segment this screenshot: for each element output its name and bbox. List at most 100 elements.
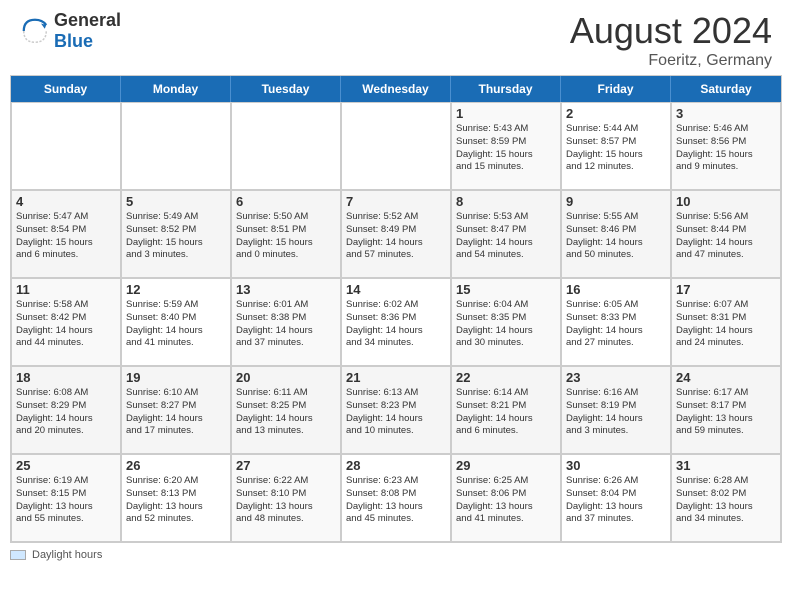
week-row-5: 25 Sunrise: 6:19 AM Sunset: 8:15 PM Dayli… [11,454,781,542]
day-info: Sunrise: 6:17 AM Sunset: 8:17 PM Dayligh… [676,387,776,438]
header-wednesday: Wednesday [341,76,451,102]
calendar-cell: 9Sunrise: 5:55 AM Sunset: 8:46 PM Daylig… [561,190,671,278]
calendar: Sunday Monday Tuesday Wednesday Thursday… [10,75,782,543]
day-number: 13 [236,282,336,297]
calendar-cell: 16 Sunrise: 6:05 AM Sunset: 8:33 PM Dayli… [561,278,671,366]
day-number: 16 [566,282,666,297]
calendar-body: 1Sunrise: 5:43 AM Sunset: 8:59 PM Daylig… [11,102,781,542]
day-info: Sunrise: 5:59 AM Sunset: 8:40 PM Dayligh… [126,299,226,350]
calendar-cell: 24 Sunrise: 6:17 AM Sunset: 8:17 PM Dayli… [671,366,781,454]
day-number: 12 [126,282,226,297]
day-number: 27 [236,458,336,473]
day-info: Sunrise: 5:58 AM Sunset: 8:42 PM Dayligh… [16,299,116,350]
day-number: 23 [566,370,666,385]
daylight-label: Daylight hours [32,549,102,561]
day-info: Sunrise: 5:47 AM Sunset: 8:54 PM Dayligh… [16,211,116,262]
logo-blue-text: Blue [54,31,121,52]
daylight-legend-box [10,550,26,560]
day-info: Sunrise: 6:26 AM Sunset: 8:04 PM Dayligh… [566,475,666,526]
day-info: Sunrise: 5:49 AM Sunset: 8:52 PM Dayligh… [126,211,226,262]
day-number: 18 [16,370,116,385]
day-number: 14 [346,282,446,297]
day-info: Sunrise: 6:22 AM Sunset: 8:10 PM Dayligh… [236,475,336,526]
day-number: 21 [346,370,446,385]
day-info: Sunrise: 6:08 AM Sunset: 8:29 PM Dayligh… [16,387,116,438]
day-number: 15 [456,282,556,297]
week-row-2: 4 Sunrise: 5:47 AM Sunset: 8:54 PM Daylig… [11,190,781,278]
day-info: Sunrise: 5:53 AM Sunset: 8:47 PM Dayligh… [456,211,556,262]
day-info: Sunrise: 5:50 AM Sunset: 8:51 PM Dayligh… [236,211,336,262]
day-info: Sunrise: 6:25 AM Sunset: 8:06 PM Dayligh… [456,475,556,526]
calendar-cell: 27 Sunrise: 6:22 AM Sunset: 8:10 PM Dayli… [231,454,341,542]
calendar-cell: 30 Sunrise: 6:26 AM Sunset: 8:04 PM Dayli… [561,454,671,542]
calendar-cell [341,102,451,190]
day-number: 3 [676,106,776,121]
day-number: 1 [456,106,556,121]
month-title: August 2024 [570,10,772,52]
logo-text: General Blue [54,10,121,52]
day-info: Sunrise: 6:14 AM Sunset: 8:21 PM Dayligh… [456,387,556,438]
day-info: Sunrise: 6:11 AM Sunset: 8:25 PM Dayligh… [236,387,336,438]
day-info: Sunrise: 6:05 AM Sunset: 8:33 PM Dayligh… [566,299,666,350]
day-number: 4 [16,194,116,209]
week-row-3: 11 Sunrise: 5:58 AM Sunset: 8:42 PM Dayli… [11,278,781,366]
calendar-cell [231,102,341,190]
day-number: 31 [676,458,776,473]
day-info: Sunrise: 6:02 AM Sunset: 8:36 PM Dayligh… [346,299,446,350]
logo-icon [20,16,50,46]
page-container: General Blue August 2024 Foeritz, German… [0,0,792,567]
calendar-cell: 10 Sunrise: 5:56 AM Sunset: 8:44 PM Dayli… [671,190,781,278]
day-info: Sunrise: 6:28 AM Sunset: 8:02 PM Dayligh… [676,475,776,526]
calendar-cell: 28 Sunrise: 6:23 AM Sunset: 8:08 PM Dayli… [341,454,451,542]
calendar-cell: 3Sunrise: 5:46 AM Sunset: 8:56 PM Daylig… [671,102,781,190]
header-saturday: Saturday [671,76,781,102]
calendar-cell: 14 Sunrise: 6:02 AM Sunset: 8:36 PM Dayli… [341,278,451,366]
day-number: 20 [236,370,336,385]
calendar-cell: 13 Sunrise: 6:01 AM Sunset: 8:38 PM Dayli… [231,278,341,366]
calendar-cell: 11 Sunrise: 5:58 AM Sunset: 8:42 PM Dayli… [11,278,121,366]
day-number: 10 [676,194,776,209]
day-info: Sunrise: 6:23 AM Sunset: 8:08 PM Dayligh… [346,475,446,526]
calendar-cell [121,102,231,190]
day-info: Sunrise: 6:10 AM Sunset: 8:27 PM Dayligh… [126,387,226,438]
day-number: 2 [566,106,666,121]
title-section: August 2024 Foeritz, Germany [570,10,772,70]
day-number: 11 [16,282,116,297]
day-info: Sunrise: 6:19 AM Sunset: 8:15 PM Dayligh… [16,475,116,526]
calendar-cell: 31 Sunrise: 6:28 AM Sunset: 8:02 PM Dayli… [671,454,781,542]
calendar-cell: 29 Sunrise: 6:25 AM Sunset: 8:06 PM Dayli… [451,454,561,542]
footer: Daylight hours [0,543,792,567]
calendar-cell: 7Sunrise: 5:52 AM Sunset: 8:49 PM Daylig… [341,190,451,278]
calendar-cell: 12 Sunrise: 5:59 AM Sunset: 8:40 PM Dayli… [121,278,231,366]
day-number: 26 [126,458,226,473]
logo: General Blue [20,10,121,52]
day-number: 29 [456,458,556,473]
day-info: Sunrise: 6:20 AM Sunset: 8:13 PM Dayligh… [126,475,226,526]
calendar-cell: 8 Sunrise: 5:53 AM Sunset: 8:47 PM Daylig… [451,190,561,278]
day-number: 25 [16,458,116,473]
day-info: Sunrise: 6:01 AM Sunset: 8:38 PM Dayligh… [236,299,336,350]
header: General Blue August 2024 Foeritz, German… [0,0,792,75]
calendar-cell: 23Sunrise: 6:16 AM Sunset: 8:19 PM Dayli… [561,366,671,454]
calendar-cell: 26 Sunrise: 6:20 AM Sunset: 8:13 PM Dayli… [121,454,231,542]
calendar-cell: 5 Sunrise: 5:49 AM Sunset: 8:52 PM Daylig… [121,190,231,278]
calendar-cell: 2Sunrise: 5:44 AM Sunset: 8:57 PM Daylig… [561,102,671,190]
calendar-cell: 22 Sunrise: 6:14 AM Sunset: 8:21 PM Dayli… [451,366,561,454]
day-info: Sunrise: 5:56 AM Sunset: 8:44 PM Dayligh… [676,211,776,262]
calendar-cell: 15Sunrise: 6:04 AM Sunset: 8:35 PM Dayli… [451,278,561,366]
day-headers: Sunday Monday Tuesday Wednesday Thursday… [11,76,781,102]
header-thursday: Thursday [451,76,561,102]
day-number: 8 [456,194,556,209]
day-number: 24 [676,370,776,385]
day-number: 6 [236,194,336,209]
day-number: 22 [456,370,556,385]
logo-general: General [54,10,121,31]
calendar-cell: 18 Sunrise: 6:08 AM Sunset: 8:29 PM Dayli… [11,366,121,454]
day-number: 28 [346,458,446,473]
calendar-cell: 19Sunrise: 6:10 AM Sunset: 8:27 PM Dayli… [121,366,231,454]
header-friday: Friday [561,76,671,102]
calendar-cell: 1Sunrise: 5:43 AM Sunset: 8:59 PM Daylig… [451,102,561,190]
calendar-cell: 25 Sunrise: 6:19 AM Sunset: 8:15 PM Dayli… [11,454,121,542]
day-number: 30 [566,458,666,473]
day-number: 5 [126,194,226,209]
